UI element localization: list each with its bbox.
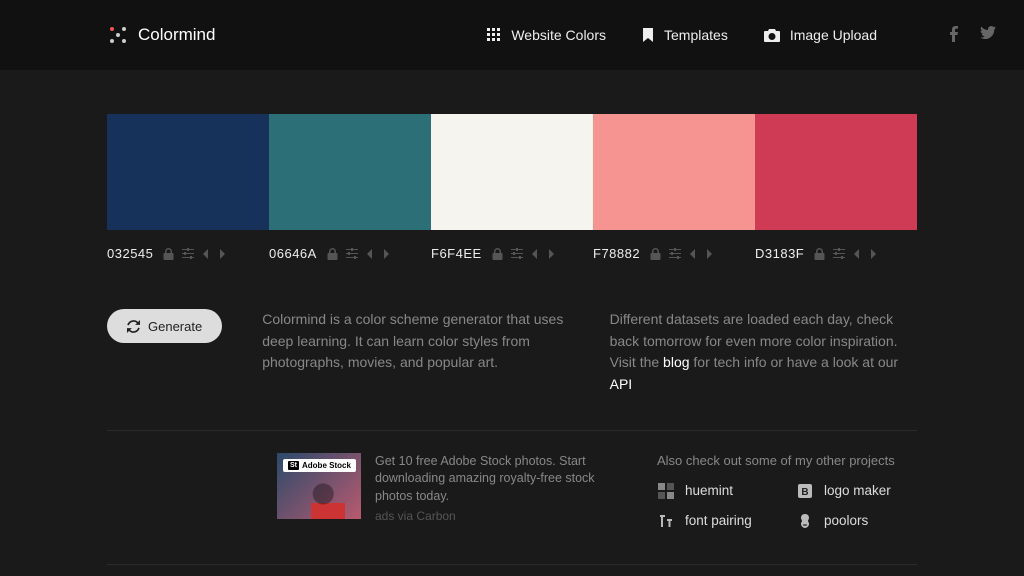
generate-button[interactable]: Generate — [107, 309, 222, 343]
project-huemint[interactable]: huemint — [657, 482, 778, 500]
camera-icon — [764, 29, 780, 42]
twitter-icon[interactable] — [980, 26, 996, 45]
move-right-icon[interactable] — [547, 249, 555, 259]
nav-label: Templates — [664, 27, 728, 43]
project-label: font pairing — [685, 513, 752, 528]
hex-value[interactable]: F78882 — [593, 246, 640, 261]
ad-badge: StAdobe Stock — [283, 459, 356, 472]
project-poolors[interactable]: poolors — [796, 512, 917, 530]
move-left-icon[interactable] — [202, 249, 210, 259]
bookmark-icon — [642, 28, 654, 42]
nav-website-colors[interactable]: Website Colors — [487, 27, 606, 43]
nav-label: Website Colors — [511, 27, 606, 43]
color-swatch[interactable] — [593, 114, 755, 230]
color-swatch[interactable] — [431, 114, 593, 230]
generate-label: Generate — [148, 319, 202, 334]
top-nav: Colormind Website Colors Templates Image… — [0, 0, 1024, 70]
swatch-controls: 06646A — [269, 246, 431, 261]
lock-icon[interactable] — [492, 248, 503, 260]
huemint-icon — [657, 482, 675, 500]
move-right-icon[interactable] — [705, 249, 713, 259]
move-left-icon[interactable] — [689, 249, 697, 259]
sliders-icon[interactable] — [669, 248, 681, 259]
lock-icon[interactable] — [650, 248, 661, 260]
font-pairing-icon — [657, 512, 675, 530]
project-font-pairing[interactable]: font pairing — [657, 512, 778, 530]
move-right-icon[interactable] — [382, 249, 390, 259]
swatch-controls: 032545 — [107, 246, 269, 261]
project-label: poolors — [824, 513, 868, 528]
project-label: huemint — [685, 483, 733, 498]
ad-text: Get 10 free Adobe Stock photos. Start do… — [375, 453, 617, 506]
blog-link[interactable]: blog — [663, 354, 689, 370]
grid-icon — [487, 28, 501, 42]
color-swatch[interactable] — [107, 114, 269, 230]
hex-value[interactable]: 032545 — [107, 246, 153, 261]
project-logo-maker[interactable]: B logo maker — [796, 482, 917, 500]
move-right-icon[interactable] — [218, 249, 226, 259]
move-left-icon[interactable] — [366, 249, 374, 259]
hex-value[interactable]: D3183F — [755, 246, 804, 261]
lock-icon[interactable] — [163, 248, 174, 260]
color-swatch[interactable] — [755, 114, 917, 230]
logo-icon — [108, 25, 128, 45]
ad-image: StAdobe Stock — [277, 453, 361, 519]
move-right-icon[interactable] — [869, 249, 877, 259]
nav-templates[interactable]: Templates — [642, 27, 728, 43]
brand-name: Colormind — [138, 25, 215, 45]
api-link[interactable]: API — [610, 376, 633, 392]
hex-value[interactable]: 06646A — [269, 246, 317, 261]
logo-maker-icon: B — [796, 482, 814, 500]
lock-icon[interactable] — [327, 248, 338, 260]
brand[interactable]: Colormind — [108, 25, 215, 45]
refresh-icon — [127, 320, 140, 333]
projects-heading: Also check out some of my other projects — [657, 453, 917, 468]
carbon-ad[interactable]: StAdobe Stock Get 10 free Adobe Stock ph… — [277, 453, 617, 530]
sliders-icon[interactable] — [511, 248, 523, 259]
sliders-icon[interactable] — [346, 248, 358, 259]
sliders-icon[interactable] — [182, 248, 194, 259]
poolors-icon — [796, 512, 814, 530]
color-palette — [107, 114, 917, 230]
move-left-icon[interactable] — [853, 249, 861, 259]
divider — [107, 430, 917, 431]
divider — [107, 564, 917, 565]
facebook-icon[interactable] — [949, 26, 958, 45]
sliders-icon[interactable] — [833, 248, 845, 259]
swatch-controls: D3183F — [755, 246, 917, 261]
hex-value[interactable]: F6F4EE — [431, 246, 482, 261]
move-left-icon[interactable] — [531, 249, 539, 259]
project-label: logo maker — [824, 483, 891, 498]
description-right: Different datasets are loaded each day, … — [610, 309, 917, 396]
nav-image-upload[interactable]: Image Upload — [764, 27, 877, 43]
ad-attribution: ads via Carbon — [375, 509, 617, 523]
description-left: Colormind is a color scheme generator th… — [262, 309, 569, 396]
lock-icon[interactable] — [814, 248, 825, 260]
swatch-controls: F6F4EE — [431, 246, 593, 261]
color-swatch[interactable] — [269, 114, 431, 230]
nav-label: Image Upload — [790, 27, 877, 43]
svg-text:B: B — [801, 487, 808, 498]
swatch-controls: F78882 — [593, 246, 755, 261]
